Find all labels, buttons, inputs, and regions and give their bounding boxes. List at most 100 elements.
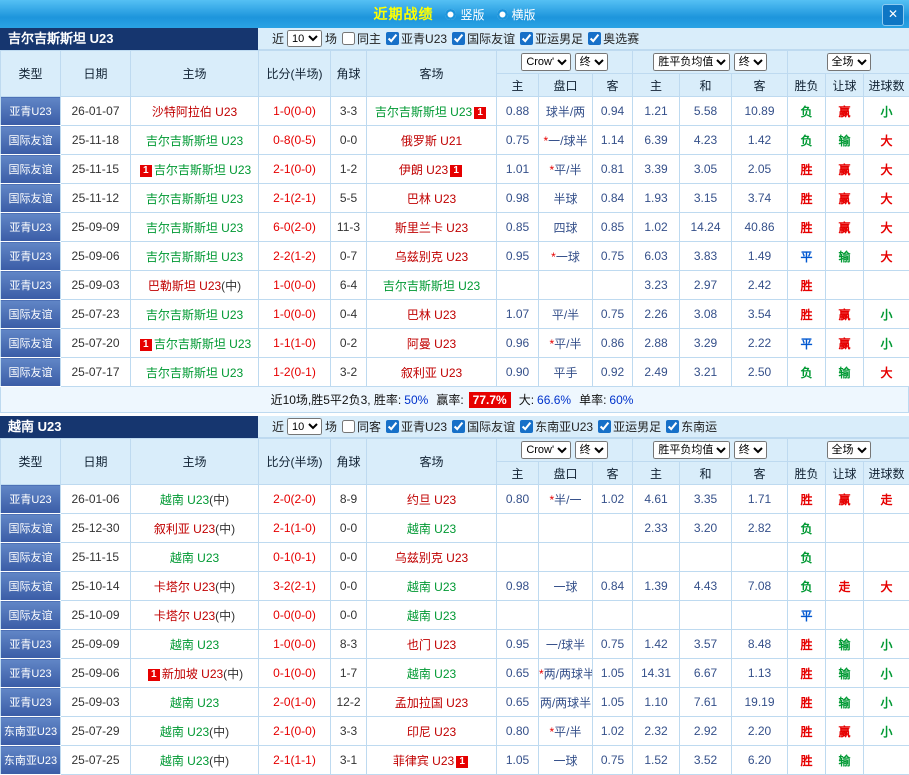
team-name[interactable]: 吉尔吉斯斯坦 U23: [146, 134, 243, 148]
filter-checkbox[interactable]: [588, 32, 601, 45]
odds-final-select[interactable]: 终: [575, 441, 608, 459]
layout-radio-horizontal[interactable]: 横版: [497, 6, 536, 23]
filter-同客[interactable]: 同客: [342, 418, 381, 435]
filter-奥选赛[interactable]: 奥选赛: [588, 30, 639, 47]
filter-checkbox[interactable]: [386, 32, 399, 45]
team-name[interactable]: 叙利亚 U23: [154, 522, 215, 536]
team-name[interactable]: 也门 U23: [407, 638, 456, 652]
team-name[interactable]: 吉尔吉斯斯坦 U23: [146, 221, 243, 235]
team-name[interactable]: 越南 U23: [407, 522, 456, 536]
filter-东南亚U23[interactable]: 东南亚U23: [520, 418, 593, 435]
layout-radio-vertical[interactable]: 竖版: [445, 6, 484, 23]
team-name[interactable]: 越南 U23: [407, 580, 456, 594]
team-name[interactable]: 阿曼 U23: [407, 337, 456, 351]
result-cell: 负: [788, 97, 826, 126]
team-name[interactable]: 吉尔吉斯斯坦 U23: [146, 250, 243, 264]
away-odds-cell: 0.86: [593, 329, 633, 358]
away-team-cell: 伊朗 U231: [367, 155, 497, 184]
team-name[interactable]: 新加坡 U23: [162, 667, 223, 681]
team-name[interactable]: 吉尔吉斯斯坦 U23: [146, 366, 243, 380]
team-name[interactable]: 卡塔尔 U23: [154, 580, 215, 594]
mean-final-select[interactable]: 终: [734, 441, 767, 459]
team-name[interactable]: 越南 U23: [170, 551, 219, 565]
team-name[interactable]: 约旦 U23: [407, 493, 456, 507]
filter-checkbox[interactable]: [520, 420, 533, 433]
filter-checkbox[interactable]: [598, 420, 611, 433]
team-name[interactable]: 孟加拉国 U23: [395, 696, 468, 710]
home-odds-cell: 0.98: [497, 184, 539, 213]
filter-label: 国际友谊: [467, 30, 515, 47]
home-column-header: 主场: [131, 439, 259, 485]
scope-select[interactable]: 全场: [827, 53, 871, 71]
filter-checkbox[interactable]: [666, 420, 679, 433]
team-name[interactable]: 俄罗斯 U21: [401, 134, 462, 148]
team-name[interactable]: 吉尔吉斯斯坦 U23: [383, 279, 480, 293]
section-team-title: 吉尔吉斯斯坦 U23: [0, 28, 258, 50]
filter-checkbox[interactable]: [520, 32, 533, 45]
filter-国际友谊[interactable]: 国际友谊: [452, 418, 515, 435]
away-odds-cell: [593, 543, 633, 572]
team-name[interactable]: 伊朗 U23: [399, 163, 448, 177]
away-team-cell: 越南 U23: [367, 659, 497, 688]
date-column-header: 日期: [61, 439, 131, 485]
filter-亚运男足[interactable]: 亚运男足: [520, 30, 583, 47]
team-name[interactable]: 吉尔吉斯斯坦 U23: [154, 163, 251, 177]
recent-count-select[interactable]: 10: [287, 418, 322, 435]
goals-header: 进球数: [864, 462, 909, 485]
team-name[interactable]: 越南 U23: [160, 493, 209, 507]
away-odds-cell: 0.92: [593, 358, 633, 387]
odds-final-select[interactable]: 终: [575, 53, 608, 71]
handicap-cell: *平/半: [539, 155, 593, 184]
mean-final-select[interactable]: 终: [734, 53, 767, 71]
close-button[interactable]: ✕: [882, 4, 904, 26]
team-name[interactable]: 巴林 U23: [407, 308, 456, 322]
bookmaker-select[interactable]: Crow': [521, 441, 571, 459]
team-name[interactable]: 叙利亚 U23: [401, 366, 462, 380]
team-name[interactable]: 巴林 U23: [407, 192, 456, 206]
filter-亚青U23[interactable]: 亚青U23: [386, 30, 447, 47]
filter-东南运[interactable]: 东南运: [666, 418, 717, 435]
team-name[interactable]: 印尼 U23: [407, 725, 456, 739]
filter-checkbox[interactable]: [342, 420, 355, 433]
recent-count-select[interactable]: 10: [287, 30, 322, 47]
team-name[interactable]: 斯里兰卡 U23: [395, 221, 468, 235]
team-name[interactable]: 吉尔吉斯斯坦 U23: [146, 192, 243, 206]
team-name[interactable]: 沙特阿拉伯 U23: [152, 105, 237, 119]
filter-checkbox[interactable]: [386, 420, 399, 433]
handicap-cell: 两/两球半: [539, 688, 593, 717]
team-name[interactable]: 吉尔吉斯斯坦 U23: [154, 337, 251, 351]
corner-cell: 3-3: [331, 97, 367, 126]
match-row: 国际友谊25-07-17吉尔吉斯斯坦 U231-2(0-1)3-2叙利亚 U23…: [1, 358, 909, 387]
scope-select[interactable]: 全场: [827, 441, 871, 459]
filter-checkbox[interactable]: [452, 32, 465, 45]
team-name[interactable]: 吉尔吉斯斯坦 U23: [146, 308, 243, 322]
filter-亚青U23[interactable]: 亚青U23: [386, 418, 447, 435]
team-name[interactable]: 乌兹别克 U23: [395, 250, 468, 264]
mean-home-header: 主: [633, 462, 680, 485]
home-odds-cell: 0.65: [497, 659, 539, 688]
home-odds-cell: 0.95: [497, 242, 539, 271]
team-name[interactable]: 越南 U23: [160, 725, 209, 739]
mean-away-cell: 2.20: [732, 717, 788, 746]
result-cell: 负: [788, 543, 826, 572]
team-name[interactable]: 吉尔吉斯斯坦 U23: [375, 105, 472, 119]
mean-select[interactable]: 胜平负均值: [653, 441, 730, 459]
team-name[interactable]: 越南 U23: [170, 638, 219, 652]
away-team-cell: 也门 U23: [367, 630, 497, 659]
team-name[interactable]: 卡塔尔 U23: [154, 609, 215, 623]
bookmaker-select[interactable]: Crow': [521, 53, 571, 71]
filter-checkbox[interactable]: [342, 32, 355, 45]
mean-select[interactable]: 胜平负均值: [653, 53, 730, 71]
filter-国际友谊[interactable]: 国际友谊: [452, 30, 515, 47]
goals-result-cell: 大: [864, 184, 909, 213]
team-name[interactable]: 越南 U23: [407, 667, 456, 681]
team-name[interactable]: 越南 U23: [407, 609, 456, 623]
filter-亚运男足[interactable]: 亚运男足: [598, 418, 661, 435]
team-name[interactable]: 越南 U23: [170, 696, 219, 710]
team-name[interactable]: 乌兹别克 U23: [395, 551, 468, 565]
odds-home-header: 主: [497, 74, 539, 97]
handicap-header: 盘口: [539, 462, 593, 485]
filter-同主[interactable]: 同主: [342, 30, 381, 47]
filter-checkbox[interactable]: [452, 420, 465, 433]
team-name[interactable]: 巴勒斯坦 U23: [148, 279, 221, 293]
